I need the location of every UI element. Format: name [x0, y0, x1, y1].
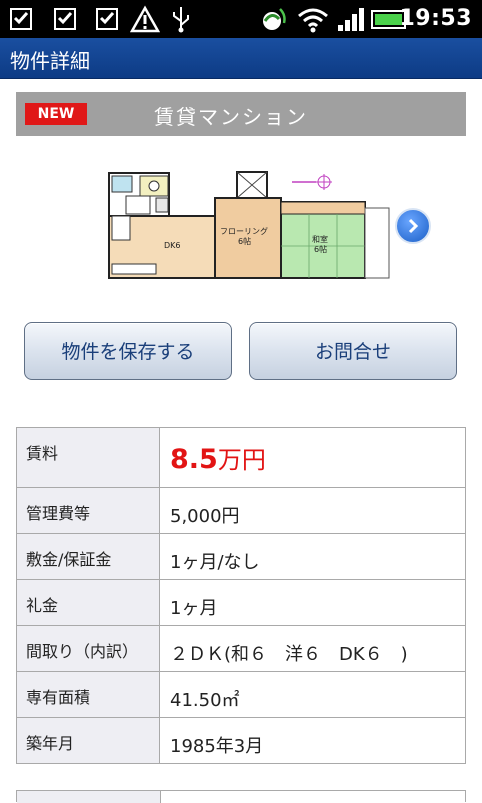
table-row: 築年月 1985年3月 — [16, 717, 466, 764]
room-label-washitsu: 和室 — [312, 234, 328, 244]
table-row: 専有面積 41.50㎡ — [16, 671, 466, 718]
warning-icon — [130, 5, 160, 33]
notification-check-icon — [54, 8, 76, 30]
room-label-flooring-size: 6帖 — [238, 236, 251, 246]
table-row: 間取り（内訳） ２ＤＫ(和６ 洋６ DK６ ) — [16, 625, 466, 672]
page-title: 物件詳細 — [10, 49, 90, 73]
detail-label: 敷金/保証金 — [16, 533, 160, 580]
detail-label: 築年月 — [16, 717, 160, 764]
floor-plan-image[interactable]: DK6 フローリング 6帖 和室 6帖 — [104, 168, 396, 284]
next-table-edge — [16, 790, 466, 803]
detail-label: 間取り（内訳） — [16, 625, 160, 672]
detail-value: 1985年3月 — [159, 717, 466, 764]
inquiry-button[interactable]: お問合せ — [249, 322, 457, 380]
rent-unit: 万円 — [217, 446, 266, 474]
usb-icon — [173, 7, 189, 33]
table-row: 礼金 1ヶ月 — [16, 579, 466, 626]
status-bar: 19:53 — [0, 0, 482, 38]
status-time: 19:53 — [399, 6, 472, 31]
next-image-button[interactable] — [395, 208, 431, 244]
detail-label: 専有面積 — [16, 671, 160, 718]
app-title-bar: 物件詳細 — [0, 38, 482, 79]
table-row: 敷金/保証金 1ヶ月/なし — [16, 533, 466, 580]
chevron-right-icon — [408, 218, 419, 234]
signal-icon — [338, 8, 364, 31]
rent-value-cell: 8.5万円 — [159, 427, 466, 488]
notification-check-icon — [10, 8, 32, 30]
property-header: NEW 賃貸マンション — [16, 92, 466, 136]
detail-label: 管理費等 — [16, 487, 160, 534]
next-table-label-cell — [17, 791, 161, 803]
room-label-flooring: フローリング — [220, 226, 268, 236]
save-property-button[interactable]: 物件を保存する — [24, 322, 232, 380]
property-details-table: 賃料 8.5万円 管理費等 5,000円 敷金/保証金 1ヶ月/なし 礼金 1ヶ… — [16, 427, 466, 764]
detail-value: ２ＤＫ(和６ 洋６ DK６ ) — [159, 625, 466, 672]
detail-value: 1ヶ月 — [159, 579, 466, 626]
detail-label: 礼金 — [16, 579, 160, 626]
detail-value: 41.50㎡ — [159, 671, 466, 718]
table-row: 賃料 8.5万円 — [16, 427, 466, 488]
table-row: 管理費等 5,000円 — [16, 487, 466, 534]
room-label-washitsu-size: 6帖 — [314, 244, 327, 254]
sync-icon — [263, 8, 286, 30]
new-badge: NEW — [25, 103, 87, 125]
wifi-icon — [298, 8, 328, 33]
property-type-title: 賃貸マンション — [154, 105, 308, 129]
detail-value: 5,000円 — [159, 487, 466, 534]
detail-value: 1ヶ月/なし — [159, 533, 466, 580]
room-label-dk: DK6 — [164, 241, 181, 250]
rent-value: 8.5 — [170, 444, 218, 475]
rent-label: 賃料 — [16, 427, 160, 488]
notification-check-icon — [96, 8, 118, 30]
